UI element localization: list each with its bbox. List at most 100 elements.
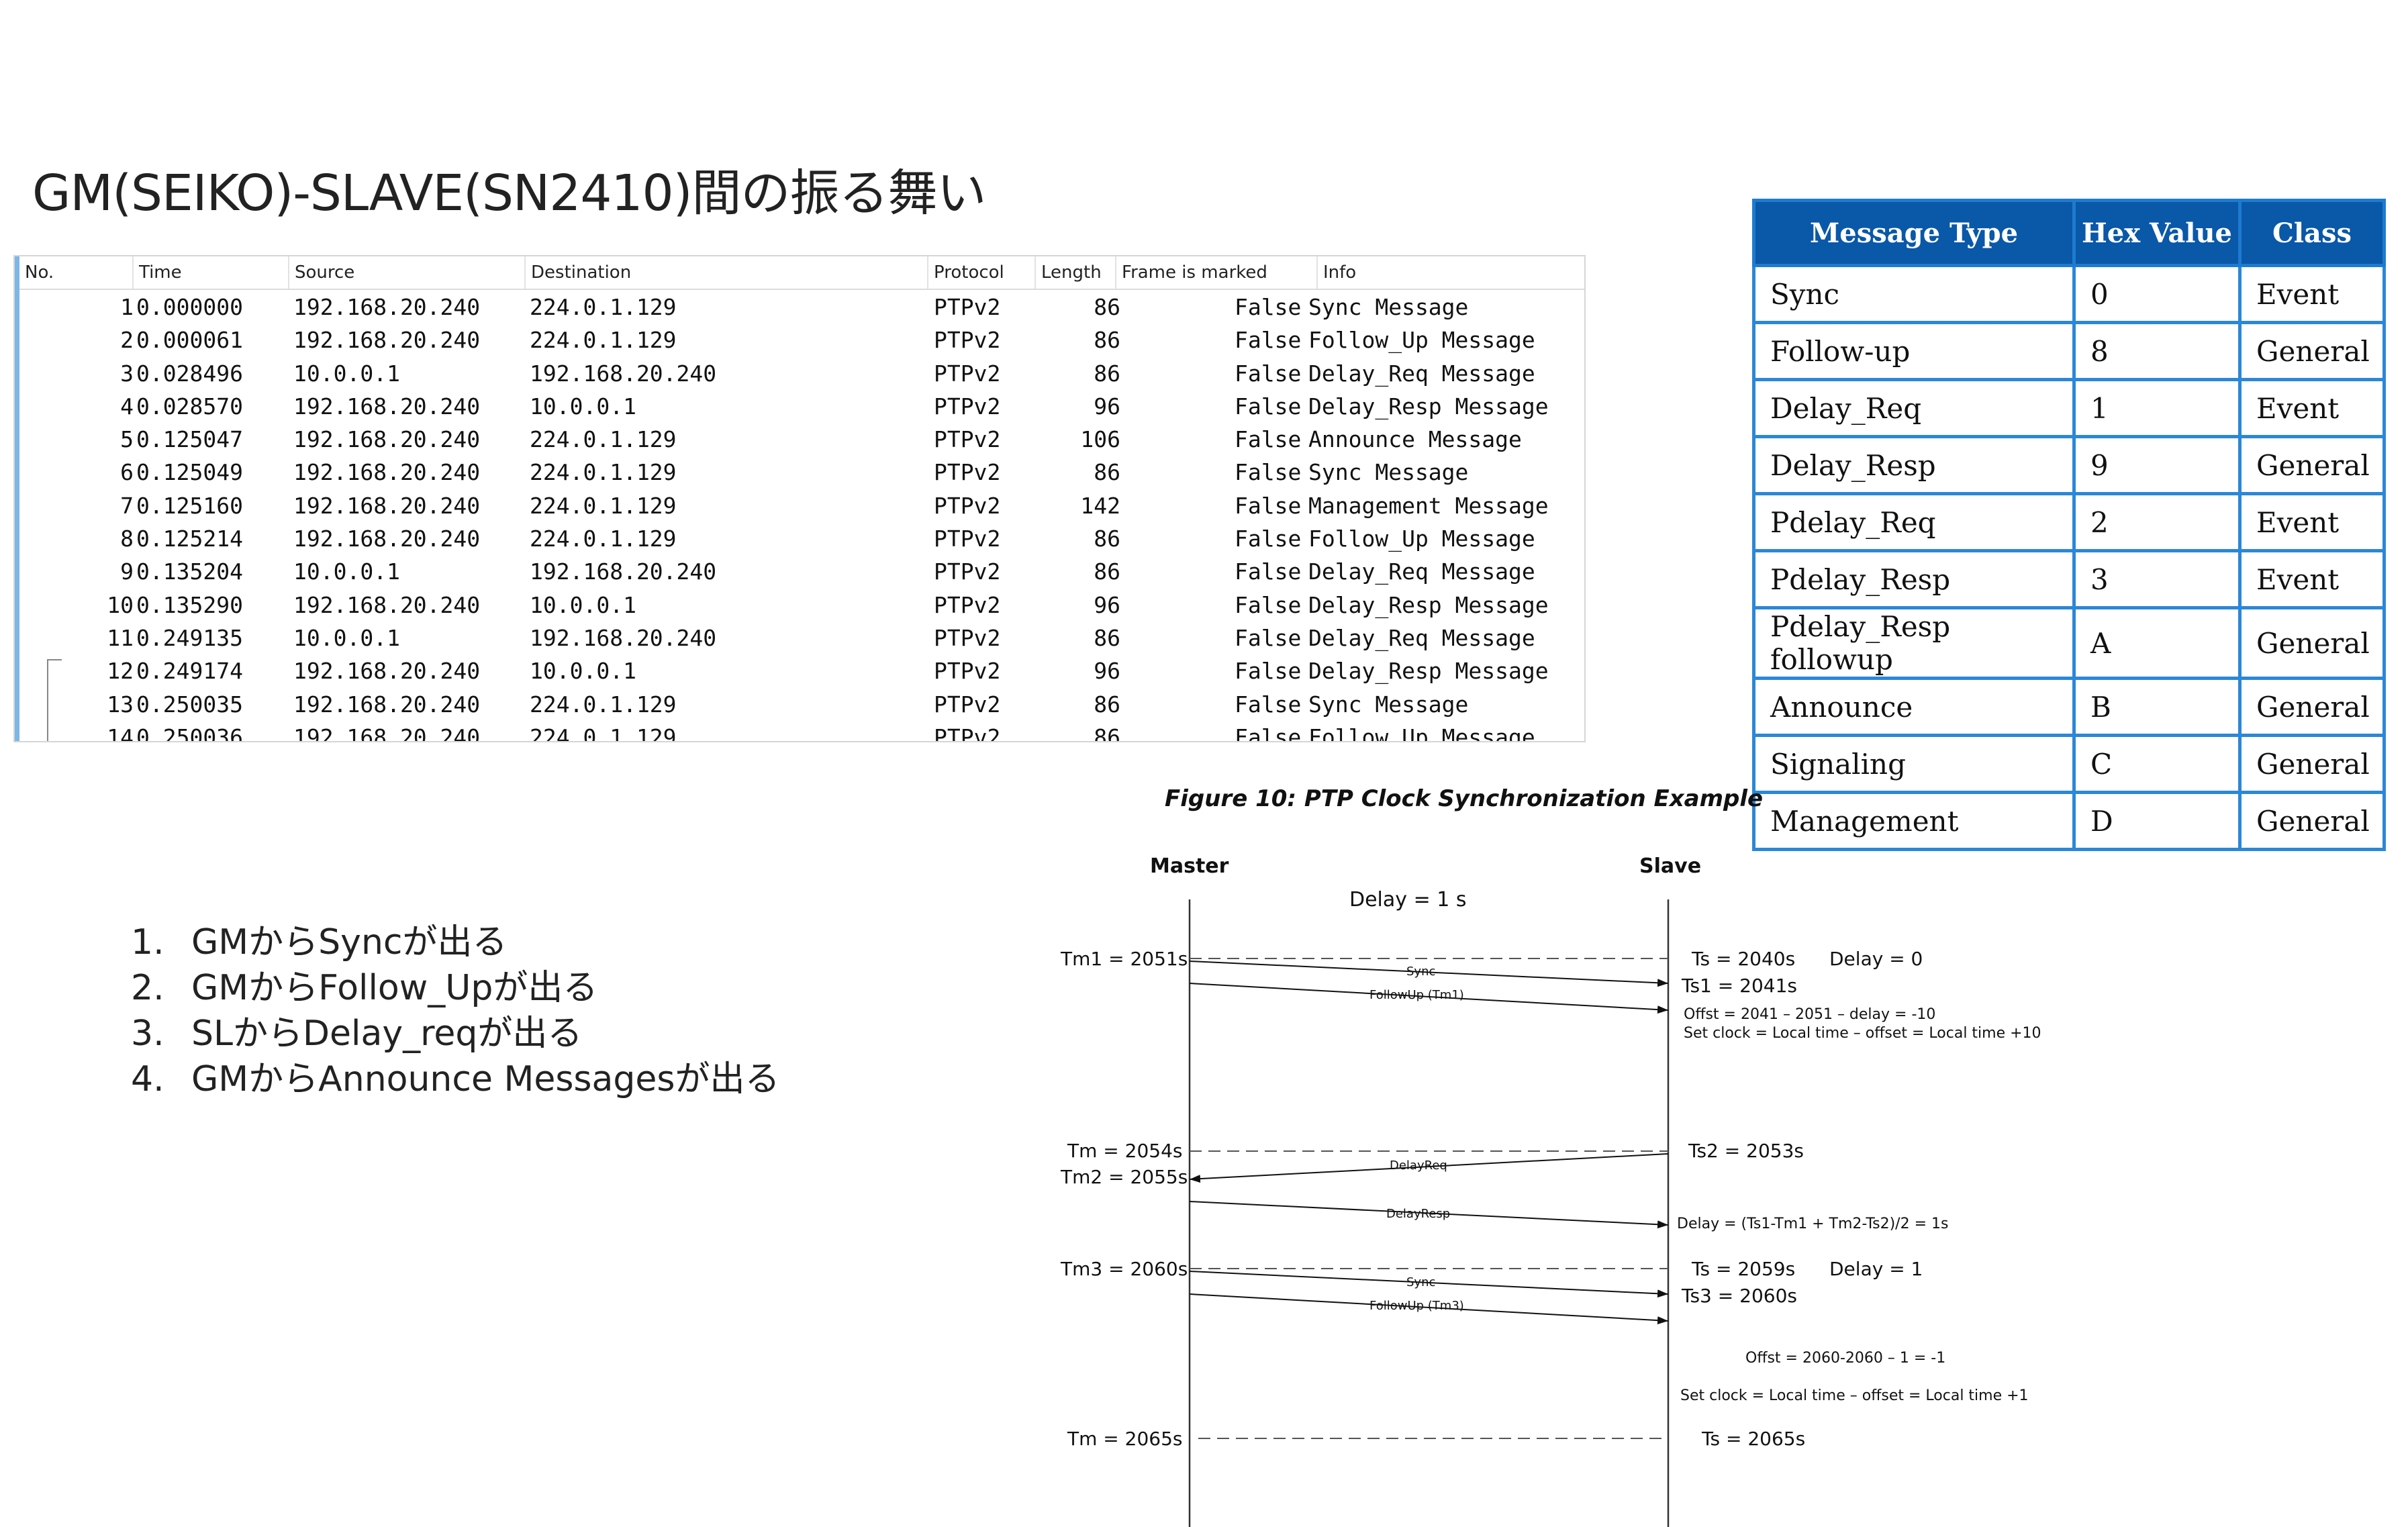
class-cell: General xyxy=(2238,606,2386,680)
table-row[interactable]: 6 0.125049 192.168.20.240 224.0.1.129 PTPv2 8… xyxy=(19,455,1584,488)
hex-value-cell: 1 xyxy=(2072,378,2242,438)
packet-rows: 1 0.000000 192.168.20.240 224.0.1.129 PTPv2 8… xyxy=(19,290,1584,742)
packet-destination: 224.0.1.129 xyxy=(530,724,677,742)
column-header-protocol[interactable]: Protocol xyxy=(928,256,1036,289)
packet-source: 192.168.20.240 xyxy=(293,393,481,420)
packet-destination: 224.0.1.129 xyxy=(530,426,677,453)
packet-info: Follow_Up Message xyxy=(1308,526,1535,552)
table-row[interactable]: 3 0.028496 10.0.0.1 192.168.20.240 PTPv2 86 Fa… xyxy=(19,356,1584,389)
table-row[interactable]: 1 0.000000 192.168.20.240 224.0.1.129 PTPv2 8… xyxy=(19,290,1584,323)
packet-source: 192.168.20.240 xyxy=(293,426,481,453)
table-row[interactable]: 2 0.000061 192.168.20.240 224.0.1.129 PTPv2 8… xyxy=(19,323,1584,356)
table-row[interactable]: 13 0.250035 192.168.20.240 224.0.1.129 PTPv2… xyxy=(19,687,1584,720)
table-row: Pdelay_Req 2 Event xyxy=(1752,492,2386,552)
packet-length: 86 xyxy=(1094,624,1120,651)
table-row[interactable]: 12 0.249174 192.168.20.240 10.0.0.1 PTPv2 96 F… xyxy=(19,654,1584,687)
table-row[interactable]: 4 0.028570 192.168.20.240 10.0.0.1 PTPv2 96 Fa… xyxy=(19,389,1584,422)
table-row[interactable]: 7 0.125160 192.168.20.240 224.0.1.129 PTPv2 1… xyxy=(19,489,1584,522)
packet-source: 192.168.20.240 xyxy=(293,691,481,718)
packet-length: 96 xyxy=(1094,591,1120,618)
packet-marked: False xyxy=(1235,492,1302,519)
list-item: 1. GMからSyncが出る xyxy=(131,920,780,965)
message-type-cell: Sync xyxy=(1752,264,2076,324)
hex-value-cell: D xyxy=(2072,791,2242,851)
column-header-info[interactable]: Info xyxy=(1318,256,1584,289)
packet-time: 0.135204 xyxy=(136,558,243,585)
table-row: Management D General xyxy=(1752,791,2386,851)
column-header-frame-marked[interactable]: Frame is marked xyxy=(1116,256,1318,289)
packet-protocol: PTPv2 xyxy=(934,526,1001,552)
packet-protocol: PTPv2 xyxy=(934,360,1001,387)
packet-time: 0.125049 xyxy=(136,459,243,486)
packet-protocol: PTPv2 xyxy=(934,591,1001,618)
packet-list[interactable]: No. Time Source Destination Protocol Len… xyxy=(13,255,1586,742)
packet-number: 11 xyxy=(107,624,134,651)
packet-time: 0.125160 xyxy=(136,492,243,519)
packet-number: 13 xyxy=(107,691,134,718)
packet-info: Management Message xyxy=(1308,492,1549,519)
packet-length: 86 xyxy=(1094,294,1120,320)
delayresp-label: DelayResp xyxy=(1386,1207,1450,1221)
message-type-cell: Signaling xyxy=(1752,734,2076,794)
column-header-time[interactable]: Time xyxy=(134,256,289,289)
delay-calc-label: Delay = (Ts1-Tm1 + Tm2-Ts2)/2 = 1s xyxy=(1677,1216,1948,1232)
packet-time: 0.250036 xyxy=(136,724,243,742)
table-row[interactable]: 8 0.125214 192.168.20.240 224.0.1.129 PTPv2 8… xyxy=(19,522,1584,554)
packet-info: Sync Message xyxy=(1308,691,1469,718)
table-row: Announce B General xyxy=(1752,677,2386,737)
step-text: GMからFollow_Upが出る xyxy=(191,968,598,1008)
packet-info: Delay_Resp Message xyxy=(1308,393,1549,420)
table-row[interactable]: 10 0.135290 192.168.20.240 10.0.0.1 PTPv2 96 F… xyxy=(19,588,1584,621)
step-text: GMからAnnounce Messagesが出る xyxy=(191,1059,780,1099)
packet-info: Delay_Req Message xyxy=(1308,558,1535,585)
table-row[interactable]: 9 0.135204 10.0.0.1 192.168.20.240 PTPv2 86 Fa… xyxy=(19,554,1584,587)
class-cell: General xyxy=(2238,321,2386,381)
packet-number: 7 xyxy=(120,492,134,519)
column-header-source[interactable]: Source xyxy=(289,256,526,289)
packet-marked: False xyxy=(1235,591,1302,618)
column-header-destination[interactable]: Destination xyxy=(526,256,928,289)
message-type-cell: Delay_Req xyxy=(1752,378,2076,438)
table-row: Pdelay_Resp followup A General xyxy=(1752,606,2386,680)
class-cell: Event xyxy=(2238,378,2386,438)
packet-info: Sync Message xyxy=(1308,294,1469,320)
tm-label-d: Tm = 2065s xyxy=(1067,1428,1183,1450)
delay-label-a: Delay = 0 xyxy=(1829,948,1923,970)
packet-marked: False xyxy=(1235,327,1302,354)
packet-info: Delay_Req Message xyxy=(1308,360,1535,387)
hex-value-cell: 3 xyxy=(2072,549,2242,609)
table-row: Delay_Req 1 Event xyxy=(1752,378,2386,438)
table-row[interactable]: 14 0.250036 192.168.20.240 224.0.1.129 PTPv2… xyxy=(19,720,1584,742)
packet-number: 1 xyxy=(120,294,134,320)
step-number: 2. xyxy=(131,968,164,1008)
column-header-length[interactable]: Length xyxy=(1036,256,1116,289)
steps-list: 1. GMからSyncが出る 2. GMからFollow_Upが出る 3. SLからD… xyxy=(131,920,780,1102)
packet-protocol: PTPv2 xyxy=(934,426,1001,453)
packet-number: 2 xyxy=(120,327,134,354)
packet-marked: False xyxy=(1235,426,1302,453)
table-row[interactable]: 5 0.125047 192.168.20.240 224.0.1.129 PTPv2 1… xyxy=(19,422,1584,455)
packet-source: 192.168.20.240 xyxy=(293,294,481,320)
setclock-label-a: Set clock = Local time – offset = Local … xyxy=(1684,1025,2041,1042)
delay-label-c: Delay = 1 xyxy=(1829,1258,1923,1280)
packet-protocol: PTPv2 xyxy=(934,294,1001,320)
packet-length: 86 xyxy=(1094,327,1120,354)
table-row: Delay_Resp 9 General xyxy=(1752,435,2386,495)
packet-protocol: PTPv2 xyxy=(934,624,1001,651)
master-label: Master xyxy=(1150,854,1229,878)
packet-protocol: PTPv2 xyxy=(934,658,1001,685)
column-header-no[interactable]: No. xyxy=(19,256,134,289)
packet-source: 192.168.20.240 xyxy=(293,327,481,354)
packet-info: Follow_Up Message xyxy=(1308,327,1535,354)
packet-time: 0.028570 xyxy=(136,393,243,420)
tm2-label: Tm2 = 2055s xyxy=(1060,1166,1188,1188)
step-number: 1. xyxy=(131,922,164,963)
header-hex-value: Hex Value xyxy=(2072,199,2242,267)
packet-length: 96 xyxy=(1094,658,1120,685)
packet-length: 142 xyxy=(1080,492,1120,519)
packet-marked: False xyxy=(1235,294,1302,320)
packet-list-header: No. Time Source Destination Protocol Len… xyxy=(19,256,1584,290)
table-row[interactable]: 11 0.249135 10.0.0.1 192.168.20.240 PTPv2 86 F… xyxy=(19,621,1584,654)
message-type-cell: Pdelay_Req xyxy=(1752,492,2076,552)
packet-destination: 224.0.1.129 xyxy=(530,691,677,718)
